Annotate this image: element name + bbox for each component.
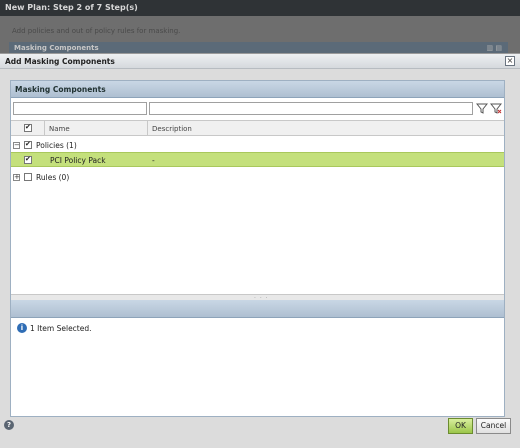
column-header-description[interactable]: Description bbox=[152, 125, 192, 133]
ok-button[interactable]: OK bbox=[448, 418, 473, 434]
expand-icon[interactable]: + bbox=[13, 174, 20, 181]
panel-header: Masking Components bbox=[11, 81, 504, 98]
collapse-icon[interactable]: − bbox=[13, 142, 20, 149]
background-titlebar: New Plan: Step 2 of 7 Step(s) bbox=[0, 0, 520, 16]
info-icon: i bbox=[17, 323, 27, 333]
masking-components-panel: Masking Components Name Description − Po… bbox=[10, 80, 505, 417]
column-separator bbox=[147, 121, 148, 136]
grid-header: Name Description bbox=[11, 120, 504, 136]
close-icon[interactable]: × bbox=[505, 56, 515, 66]
tree-row-rules[interactable]: + Rules (0) bbox=[11, 170, 504, 185]
dialog-title: Add Masking Components bbox=[5, 57, 115, 66]
background-title: New Plan: Step 2 of 7 Step(s) bbox=[5, 3, 138, 12]
filter-icon[interactable] bbox=[476, 102, 488, 115]
row-description-cell: - bbox=[152, 156, 155, 165]
background-strip-icons: ▥ ▤ bbox=[486, 44, 502, 52]
select-all-checkbox[interactable] bbox=[24, 123, 32, 132]
clear-filter-icon[interactable] bbox=[490, 102, 502, 115]
help-icon[interactable]: ? bbox=[4, 420, 14, 430]
policies-group-checkbox[interactable] bbox=[24, 140, 32, 149]
background-strip-title: Masking Components bbox=[14, 44, 99, 52]
table-row-pci-policy-pack[interactable]: PCI Policy Pack - bbox=[11, 152, 504, 167]
background-subtitle: Add policies and out of policy rules for… bbox=[12, 27, 181, 35]
row-name-cell: PCI Policy Pack bbox=[50, 156, 106, 165]
selection-status-text: 1 Item Selected. bbox=[30, 324, 92, 333]
add-masking-components-dialog: Add Masking Components × Masking Compone… bbox=[0, 53, 520, 448]
rules-group-label: Rules (0) bbox=[36, 173, 70, 182]
cancel-button[interactable]: Cancel bbox=[476, 418, 511, 434]
column-separator bbox=[44, 121, 45, 136]
policies-group-label: Policies (1) bbox=[36, 141, 77, 150]
description-filter-input[interactable] bbox=[149, 102, 473, 115]
column-header-name[interactable]: Name bbox=[49, 125, 70, 133]
status-panel-header bbox=[11, 300, 504, 318]
dialog-header: Add Masking Components × bbox=[0, 54, 520, 69]
name-filter-input[interactable] bbox=[13, 102, 147, 115]
panel-title: Masking Components bbox=[15, 85, 106, 94]
tree-row-policies[interactable]: − Policies (1) bbox=[11, 138, 504, 153]
rules-group-checkbox[interactable] bbox=[24, 173, 32, 181]
pci-policy-pack-checkbox[interactable] bbox=[24, 155, 32, 164]
